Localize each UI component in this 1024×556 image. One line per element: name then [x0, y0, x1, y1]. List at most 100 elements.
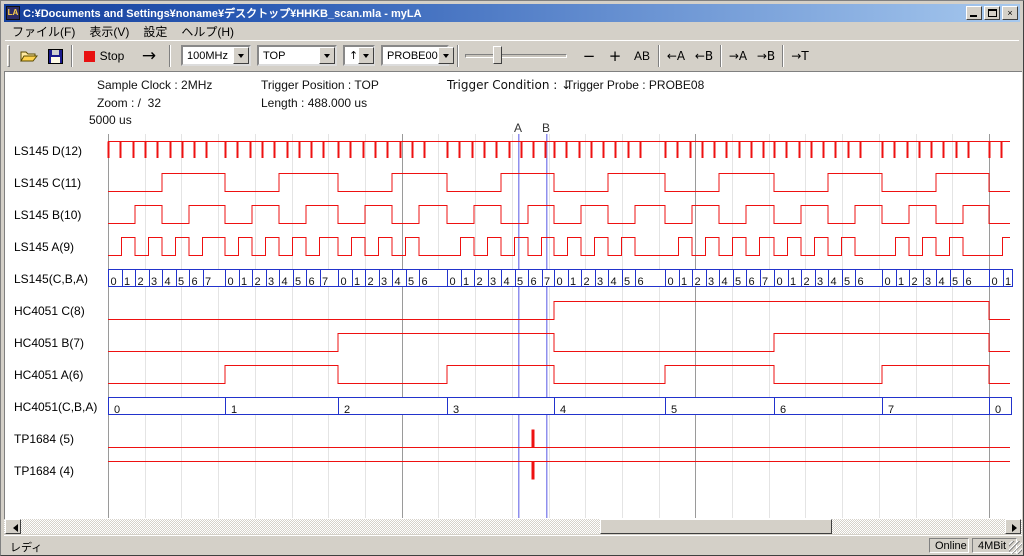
bus-cell	[555, 398, 666, 415]
zoom-in-button[interactable]: +	[605, 44, 625, 68]
goto-cursor-a-button[interactable]: ←A	[663, 44, 689, 68]
open-folder-icon	[20, 49, 38, 63]
bus-cell-value: 7	[544, 276, 550, 288]
stop-button[interactable]: Stop	[79, 44, 129, 68]
trace-1	[108, 174, 1010, 192]
minimize-button[interactable]	[966, 6, 982, 20]
chevron-down-icon[interactable]	[358, 47, 374, 64]
zoom-ab-button[interactable]: AB	[629, 44, 655, 68]
stop-label: Stop	[100, 49, 125, 63]
horizontal-scrollbar[interactable]	[4, 519, 1022, 534]
bus-cell-value: 6	[780, 404, 786, 416]
app-window: LA C:¥Documents and Settings¥noname¥デスクト…	[0, 0, 1024, 556]
bus-cell-value: 5	[408, 276, 414, 288]
menu-file[interactable]: ファイル(F)	[5, 22, 82, 41]
bus-cell-value: 2	[804, 276, 810, 288]
bus-cell	[883, 398, 990, 415]
save-floppy-icon	[48, 49, 63, 64]
bus-cell-value: 3	[708, 276, 714, 288]
maximize-button[interactable]	[984, 6, 1000, 20]
trigger-edge-select[interactable]: ↑	[343, 45, 375, 66]
bus-cell	[448, 398, 555, 415]
set-cursor-a-button[interactable]: →A	[725, 44, 751, 68]
toolbar-separator	[720, 45, 722, 67]
bus-cell-value: 5	[671, 404, 677, 416]
run-button[interactable]: →	[135, 44, 163, 68]
bus-cell-value: 4	[395, 276, 401, 288]
bus-cell-value: 0	[450, 276, 456, 288]
bus-cell-value: 2	[912, 276, 918, 288]
menu-view[interactable]: 表示(V)	[82, 22, 136, 41]
toolbar-separator	[782, 45, 784, 67]
zoom-slider[interactable]	[465, 45, 567, 66]
chevron-down-icon[interactable]	[438, 47, 454, 64]
trigger-probe-value: PROBE00	[383, 50, 438, 62]
bus-cell-value: 2	[368, 276, 374, 288]
bus-cell-value: 1	[898, 276, 904, 288]
scroll-left-button[interactable]	[5, 519, 21, 534]
maximize-icon	[988, 9, 997, 17]
open-button[interactable]	[17, 44, 41, 68]
menu-help[interactable]: ヘルプ(H)	[174, 22, 241, 41]
trigger-edge-value: ↑	[345, 49, 358, 62]
chevron-down-icon[interactable]	[233, 47, 249, 64]
bus-cell-value: 2	[255, 276, 261, 288]
chevron-down-icon[interactable]	[319, 47, 335, 64]
bus-cell-value: 3	[490, 276, 496, 288]
close-button[interactable]: ×	[1002, 6, 1018, 20]
bus-cell-value: 6	[749, 276, 755, 288]
bus-cell	[109, 398, 226, 415]
app-icon: LA	[6, 6, 20, 20]
bus-cell-value: 6	[531, 276, 537, 288]
bus-cell-value: 0	[114, 404, 120, 416]
zoom-slider-thumb[interactable]	[493, 46, 502, 64]
bus-cell-value: 0	[885, 276, 891, 288]
trace-3	[108, 238, 1010, 256]
bus-cell-value: 5	[295, 276, 301, 288]
bus-cell-value: 1	[790, 276, 796, 288]
resize-grip[interactable]	[1009, 541, 1022, 554]
trace-2	[108, 206, 1010, 224]
window-title: C:¥Documents and Settings¥noname¥デスクトップ¥…	[23, 5, 966, 21]
waveform-canvas: 0123456701234567012345601234567012345601…	[5, 72, 1022, 519]
bus-cell-value: 5	[952, 276, 958, 288]
bus-cell-value: 4	[560, 404, 566, 416]
bus-cell	[666, 398, 775, 415]
trace-6	[108, 334, 1010, 352]
save-button[interactable]	[43, 44, 67, 68]
bus-cell-value: 5	[517, 276, 523, 288]
trigger-position-select[interactable]: TOP	[257, 45, 337, 66]
bus-cell-value: 3	[381, 276, 387, 288]
goto-trigger-button[interactable]: →T	[787, 44, 813, 68]
bus-cell-value: 7	[322, 276, 328, 288]
bus-cell-value: 7	[205, 276, 211, 288]
goto-cursor-b-button[interactable]: ←B	[691, 44, 717, 68]
bus-cell	[339, 398, 448, 415]
bus-cell-value: 0	[341, 276, 347, 288]
menu-settings[interactable]: 設定	[136, 22, 174, 41]
scrollbar-thumb[interactable]	[600, 519, 832, 534]
bus-cell-value: 6	[422, 276, 428, 288]
waveform-view: Sample Clock : 2MHz Zoom : / 32 Trigger …	[4, 71, 1022, 519]
toolbar: Stop → 100MHz TOP ↑ PROBE00 − + AB ←A ←B	[5, 40, 1019, 70]
sample-clock-select[interactable]: 100MHz	[181, 45, 251, 66]
zoom-slider-track[interactable]	[465, 54, 567, 58]
bus-cell-value: 4	[939, 276, 945, 288]
trigger-position-value: TOP	[259, 50, 319, 62]
set-cursor-b-button[interactable]: →B	[753, 44, 779, 68]
trace-7	[108, 366, 1010, 384]
bus-cell-value: 1	[241, 276, 247, 288]
bus-cell-value: 2	[344, 404, 350, 416]
toolbar-separator	[71, 45, 73, 67]
scroll-right-button[interactable]	[1005, 519, 1021, 534]
bus-cell-value: 1	[124, 276, 130, 288]
zoom-out-button[interactable]: −	[579, 44, 599, 68]
bus-cell-value: 5	[178, 276, 184, 288]
bus-cell-value: 2	[138, 276, 144, 288]
trigger-probe-select[interactable]: PROBE00	[381, 45, 449, 66]
bus-cell	[226, 398, 339, 415]
bus-cell-value: 7	[888, 404, 894, 416]
bus-cell-value: 6	[638, 276, 644, 288]
bus-cell-value: 2	[695, 276, 701, 288]
bus-cell-value: 1	[1005, 276, 1011, 288]
